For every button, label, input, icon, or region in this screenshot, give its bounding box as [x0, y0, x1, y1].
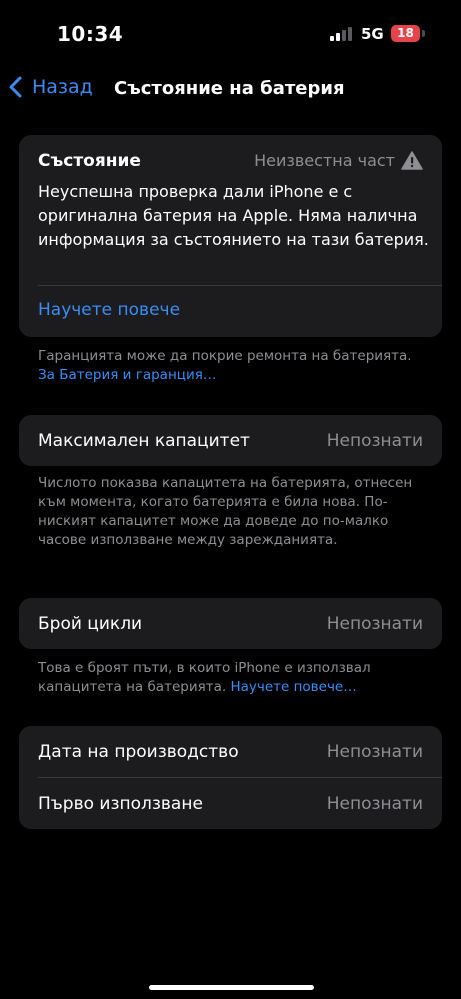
chevron-left-icon: [9, 76, 22, 98]
cycle-count-card: Брой цикли Непознати: [19, 598, 442, 649]
status-bar: 10:34 5G 18: [0, 0, 461, 70]
back-button[interactable]: Назад: [9, 76, 93, 98]
cycle-count-label: Брой цикли: [38, 613, 143, 634]
capacity-note: Числото показва капацитета на батерията,…: [38, 475, 413, 548]
state-description: Неуспешна проверка дали iPhone е с ориги…: [38, 182, 429, 249]
cellular-signal-icon: [330, 27, 354, 41]
learn-more-link[interactable]: Научете повече: [38, 300, 180, 320]
network-type: 5G: [361, 25, 384, 43]
cycle-learn-more-link[interactable]: Научете повече…: [230, 679, 356, 695]
manufacture-date-row: Дата на производство Непознати: [19, 726, 442, 777]
manufacture-date-label: Дата на производство: [38, 741, 239, 762]
dates-card: Дата на производство Непознати Първо изп…: [19, 726, 442, 829]
max-capacity-row: Максимален капацитет Непознати: [19, 415, 442, 466]
status-time: 10:34: [57, 22, 124, 46]
cycle-note: Това е броят пъти, в които iPhone е изпо…: [38, 659, 430, 697]
state-heading: Състояние: [38, 151, 141, 171]
battery-warranty-link[interactable]: За Батерия и гаранция…: [38, 367, 216, 383]
warning-icon: [401, 151, 423, 170]
state-value: Неизвестна част: [254, 151, 423, 170]
first-use-label: Първо използване: [38, 793, 203, 814]
home-indicator[interactable]: [149, 985, 314, 990]
first-use-row: Първо използване Непознати: [19, 778, 442, 829]
divider: [38, 285, 442, 286]
back-label: Назад: [32, 76, 93, 98]
max-capacity-value: Непознати: [326, 430, 423, 451]
cycle-count-value: Непознати: [326, 613, 423, 634]
battery-icon: 18: [391, 25, 425, 42]
battery-state-card: Състояние Неизвестна част Неуспешна пров…: [19, 135, 442, 337]
max-capacity-label: Максимален капацитет: [38, 430, 250, 451]
warranty-note-text: Гаранцията може да покрие ремонта на бат…: [38, 348, 412, 364]
cycle-count-row: Брой цикли Непознати: [19, 598, 442, 649]
manufacture-date-value: Непознати: [326, 741, 423, 762]
state-value-text: Неизвестна част: [254, 151, 395, 170]
max-capacity-card: Максимален капацитет Непознати: [19, 415, 442, 466]
page-title: Състояние на батерия: [114, 78, 345, 99]
navigation-bar: Назад Състояние на батерия: [0, 72, 461, 108]
warranty-note: Гаранцията може да покрие ремонта на бат…: [38, 347, 430, 385]
first-use-value: Непознати: [326, 793, 423, 814]
